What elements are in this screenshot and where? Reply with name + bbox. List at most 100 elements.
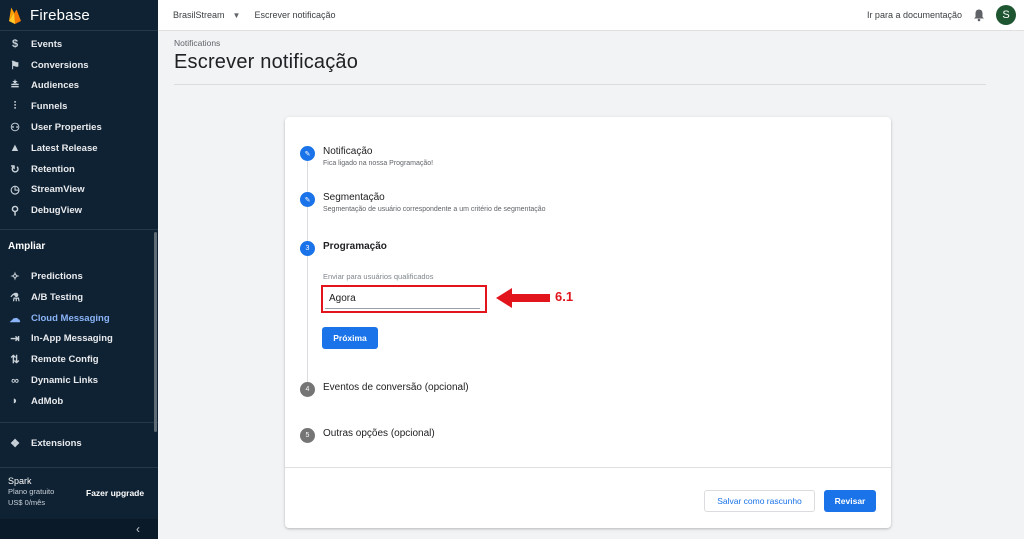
collapse-sidebar-button[interactable]: ‹ xyxy=(0,519,158,539)
extensions-icon: ❖ xyxy=(10,438,20,451)
flag-icon: ⚑ xyxy=(10,59,20,72)
sidebar-item-label: Events xyxy=(31,38,63,50)
funnel-icon: ⫶ xyxy=(13,100,17,113)
stepper-card: ✎ Notificação Fica ligado na nossa Progr… xyxy=(285,117,891,528)
upgrade-button[interactable]: Fazer upgrade xyxy=(86,488,144,498)
project-selector[interactable]: BrasilStream ▼ xyxy=(173,10,240,20)
sidebar-item-extensions[interactable]: ❖ Extensions xyxy=(0,426,158,462)
sidebar-item-label: In-App Messaging xyxy=(31,333,113,345)
sidebar: Firebase $ Events ⚑ Conversions ≛ Audiences… xyxy=(0,0,158,539)
edit-icon: ✎ xyxy=(300,146,315,161)
page-title: Escrever notificação xyxy=(174,51,359,73)
breadcrumb: Escrever notificação xyxy=(254,10,336,20)
sidebar-item-label: StreamView xyxy=(31,184,85,196)
sidebar-item-conversions[interactable]: ⚑ Conversions xyxy=(0,55,158,76)
dollar-icon: $ xyxy=(11,38,19,51)
sidebar-item-remote-config[interactable]: ⇅ Remote Config xyxy=(0,349,158,370)
sidebar-item-label: User Properties xyxy=(31,122,102,134)
latest-release-icon: ▲ xyxy=(9,142,21,155)
section-ampliar[interactable]: Ampliar xyxy=(0,229,158,263)
sidebar-item-debugview[interactable]: ⚲ DebugView xyxy=(0,200,158,221)
step-conversion-events[interactable]: 4 Eventos de conversão (opcional) xyxy=(300,382,469,397)
field-underline xyxy=(325,308,480,309)
review-button[interactable]: Revisar xyxy=(824,490,876,512)
sidebar-item-predictions[interactable]: ✧ Predictions xyxy=(0,266,158,287)
save-draft-button[interactable]: Salvar como rascunho xyxy=(704,490,815,512)
sidebar-item-label: Audiences xyxy=(31,80,80,92)
sidebar-item-label: Cloud Messaging xyxy=(31,312,110,324)
bell-icon[interactable] xyxy=(972,8,986,22)
plan-price: US$ 0/mês xyxy=(8,498,46,507)
user-properties-icon: ⚇ xyxy=(10,122,20,135)
wand-icon: ✧ xyxy=(10,271,20,284)
sidebar-item-dynamic-links[interactable]: ∞ Dynamic Links xyxy=(0,370,158,391)
admob-icon: ◗ xyxy=(11,395,19,408)
sidebar-item-streamview[interactable]: ◷ StreamView xyxy=(0,180,158,201)
in-app-messaging-icon: ⇥ xyxy=(10,333,20,346)
avatar[interactable]: S xyxy=(996,5,1016,25)
project-name: BrasilStream xyxy=(173,10,225,20)
annotation-arrow-icon xyxy=(496,288,550,308)
sidebar-item-admob[interactable]: ◗ AdMob xyxy=(0,391,158,412)
brand[interactable]: Firebase xyxy=(0,0,158,31)
debug-icon: ⚲ xyxy=(10,205,20,218)
sidebar-item-audiences[interactable]: ≛ Audiences xyxy=(0,76,158,97)
flask-icon: ⚗ xyxy=(10,291,20,304)
sidebar-item-label: AdMob xyxy=(31,395,64,407)
edit-icon: ✎ xyxy=(300,192,315,207)
sidebar-item-in-app-messaging[interactable]: ⇥ In-App Messaging xyxy=(0,329,158,350)
step-title: Notificação xyxy=(323,146,373,157)
next-button[interactable]: Próxima xyxy=(322,327,378,349)
sidebar-item-ab-testing[interactable]: ⚗ A/B Testing xyxy=(0,287,158,308)
sidebar-item-user-properties[interactable]: ⚇ User Properties xyxy=(0,117,158,138)
sidebar-item-label: A/B Testing xyxy=(31,291,84,303)
step-notification[interactable]: ✎ Notificação Fica ligado na nossa Progr… xyxy=(300,146,433,167)
nav-extensions: ❖ Extensions xyxy=(0,423,158,462)
step-subtitle: Fica ligado na nossa Programação! xyxy=(323,160,434,167)
firebase-logo-icon xyxy=(8,6,22,24)
remote-config-icon: ⇅ xyxy=(10,354,20,367)
retention-icon: ↻ xyxy=(10,163,20,176)
step-number-badge: 3 xyxy=(300,241,315,256)
nav-grow: ✧ Predictions ⚗ A/B Testing ☁ Cloud Messagi… xyxy=(0,263,158,412)
header-divider xyxy=(174,84,986,85)
sidebar-item-funnels[interactable]: ⫶ Funnels xyxy=(0,96,158,117)
sidebar-item-label: Dynamic Links xyxy=(31,375,99,387)
sidebar-item-label: DebugView xyxy=(31,205,83,217)
page-header: Notifications Escrever notificação xyxy=(174,38,358,74)
sidebar-item-label: Latest Release xyxy=(31,142,98,154)
sidebar-item-label: Predictions xyxy=(31,271,83,283)
sidebar-item-latest-release[interactable]: ▲ Latest Release xyxy=(0,138,158,159)
page-section-label: Notifications xyxy=(174,38,221,48)
sidebar-scrollbar[interactable] xyxy=(154,232,157,432)
step-title: Eventos de conversão (opcional) xyxy=(323,382,469,393)
step-number-badge: 4 xyxy=(300,382,315,397)
sidebar-item-events[interactable]: $ Events xyxy=(0,34,158,55)
step-title: Programação xyxy=(323,241,387,252)
step-other-options[interactable]: 5 Outras opções (opcional) xyxy=(300,428,435,443)
schedule-field-label: Enviar para usuários qualificados xyxy=(323,272,434,281)
plan-panel: Spark Plano gratuito US$ 0/mês Fazer upg… xyxy=(0,467,158,519)
step-title: Outras opções (opcional) xyxy=(323,428,435,439)
step-subtitle: Segmentação de usuário correspondente a … xyxy=(323,206,546,213)
cloud-messaging-icon: ☁ xyxy=(9,312,21,325)
sidebar-item-cloud-messaging[interactable]: ☁ Cloud Messaging xyxy=(0,308,158,329)
sidebar-item-label: Conversions xyxy=(31,59,89,71)
step-schedule[interactable]: 3 Programação xyxy=(300,241,387,256)
docs-link[interactable]: Ir para a documentação xyxy=(867,10,962,20)
link-icon: ∞ xyxy=(11,374,19,387)
card-footer-divider xyxy=(285,467,891,468)
sidebar-item-retention[interactable]: ↻ Retention xyxy=(0,159,158,180)
caret-down-icon: ▼ xyxy=(232,10,241,20)
sidebar-item-label: Remote Config xyxy=(31,354,99,366)
sidebar-item-label: Funnels xyxy=(31,101,68,113)
sidebar-item-label: Extensions xyxy=(31,438,82,450)
step-segmentation[interactable]: ✎ Segmentação Segmentação de usuário cor… xyxy=(300,192,546,213)
step-number-badge: 5 xyxy=(300,428,315,443)
plan-name: Spark xyxy=(8,476,32,486)
step-title: Segmentação xyxy=(323,192,385,203)
chevron-left-icon: ‹ xyxy=(136,522,140,536)
sidebar-item-label: Retention xyxy=(31,163,75,175)
clock-icon: ◷ xyxy=(10,184,20,197)
top-bar: BrasilStream ▼ Escrever notificação Ir p… xyxy=(158,0,1024,31)
